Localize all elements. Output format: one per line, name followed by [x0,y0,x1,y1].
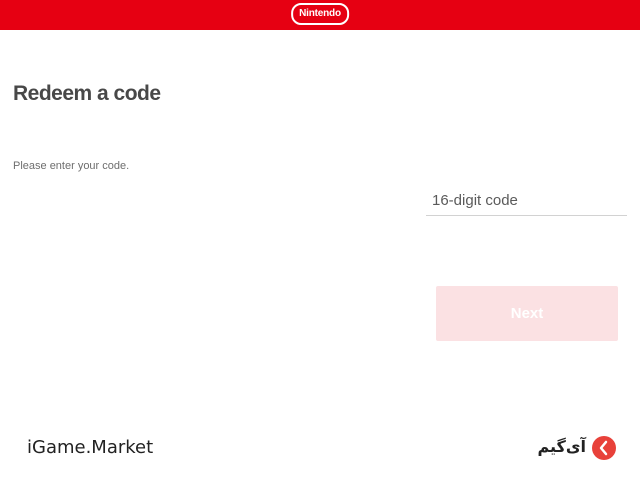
igame-logo-text: آی‌گیم [537,437,586,456]
top-bar: Nintendo [0,0,640,30]
code-input[interactable] [426,186,627,216]
page-title: Redeem a code [13,82,161,105]
next-button[interactable]: Next [436,286,618,341]
nintendo-logo[interactable]: Nintendo [291,3,349,25]
igame-logo-watermark: آی‌گیم [516,435,616,461]
igame-market-watermark: iGame.Market [27,437,154,458]
instruction-text: Please enter your code. [13,160,130,172]
red-circle-logo-icon [592,436,616,460]
